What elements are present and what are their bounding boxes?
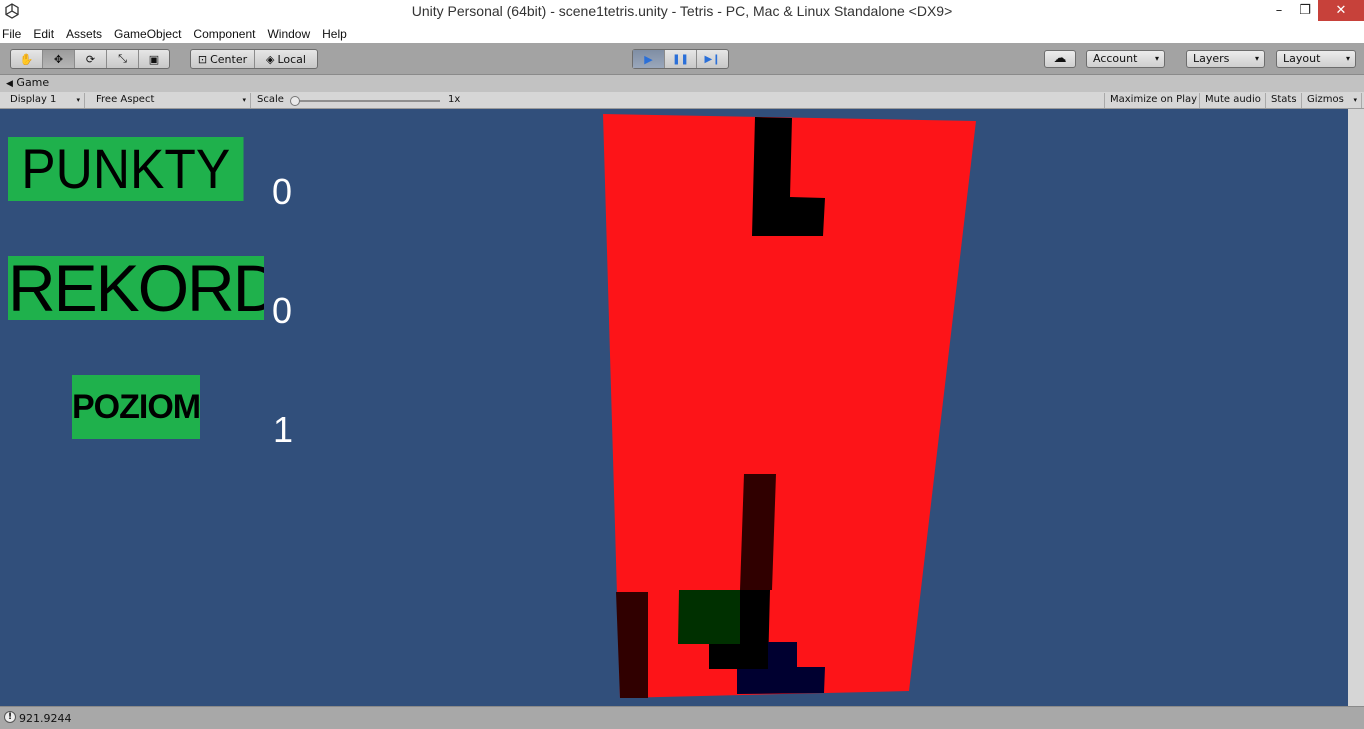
transform-tools: ✋ ✥ ⟳ ⤡ ▣ [10,49,170,69]
chevron-down-icon: ▾ [1345,54,1350,63]
game-view-icon: ◀ [6,79,13,89]
display-dropdown[interactable]: Display 1 ▾ [5,93,85,108]
scale-tool-icon[interactable]: ⤡ [107,50,139,68]
pivot-local-label: Local [277,52,306,66]
pause-button[interactable]: ❚❚ [665,50,697,68]
step-button[interactable]: ▶❙ [697,50,728,68]
chevron-down-icon: ▾ [76,96,80,104]
chevron-down-icon: ▾ [242,96,246,104]
toolbar: ✋ ✥ ⟳ ⤡ ▣ ⊡ Center ◈ Local ▶ ❚❚ ▶❙ ☁ Acc… [0,43,1364,75]
menu-edit[interactable]: Edit [27,24,60,44]
tab-game-label: Game [16,76,50,89]
layout-dropdown[interactable]: Layout ▾ [1276,50,1356,68]
menu-file[interactable]: File [0,24,27,44]
aspect-dropdown[interactable]: Free Aspect ▾ [91,93,251,108]
game-view[interactable]: PUNKTY 0 REKORD 0 POZIOM 1 [0,109,1348,706]
hand-tool-icon[interactable]: ✋ [11,50,43,68]
gizmos-label: Gizmos [1307,94,1344,105]
move-tool-icon[interactable]: ✥ [43,50,75,68]
close-button[interactable]: ✕ [1318,0,1364,21]
maximize-on-play-toggle[interactable]: Maximize on Play [1104,93,1200,108]
menu-gameobject[interactable]: GameObject [108,24,187,44]
playback-controls: ▶ ❚❚ ▶❙ [632,49,729,69]
chevron-down-icon: ▾ [1254,54,1259,63]
account-dropdown[interactable]: Account ▾ [1086,50,1165,68]
minimize-button[interactable]: – [1266,0,1292,21]
window-title: Unity Personal (64bit) - scene1tetris.un… [411,3,953,19]
pivot-center-button[interactable]: ⊡ Center [191,50,255,68]
tab-game[interactable]: ◀ Game [6,76,49,89]
pivot-center-label: Center [210,52,248,66]
vertical-scrollbar[interactable] [1348,109,1364,706]
pivot-center-icon: ⊡ [197,52,208,66]
pivot-local-button[interactable]: ◈ Local [255,50,317,68]
gizmos-dropdown[interactable]: Gizmos ▾ [1302,93,1362,108]
scale-slider-track[interactable] [294,100,440,102]
display-label: Display 1 [10,94,57,105]
scale-slider-thumb[interactable] [290,96,300,106]
maximize-button[interactable]: ❐ [1292,0,1318,21]
scale-label: Scale [257,94,284,105]
game-control-bar: Display 1 ▾ Free Aspect ▾ Scale 1x Maxim… [0,92,1364,109]
status-message[interactable]: 921.9244 [19,712,72,725]
status-bar: ! 921.9244 [0,706,1364,729]
menu-bar: File Edit Assets GameObject Component Window H… [0,23,1364,43]
landed-green-block [678,590,740,644]
info-icon: ! [4,711,16,723]
layers-dropdown[interactable]: Layers ▾ [1186,50,1265,68]
rect-tool-icon[interactable]: ▣ [139,50,169,68]
mute-audio-toggle[interactable]: Mute audio [1200,93,1266,108]
cloud-icon[interactable]: ☁ [1044,50,1076,68]
layout-label: Layout [1283,52,1321,65]
cube-icon: ◈ [266,52,275,66]
chevron-down-icon: ▾ [1353,96,1357,104]
aspect-label: Free Aspect [96,94,155,105]
account-label: Account [1093,52,1138,65]
title-bar: Unity Personal (64bit) - scene1tetris.un… [0,0,1364,23]
menu-help[interactable]: Help [316,24,353,44]
landed-i-piece [740,474,776,590]
landed-dark-block [616,592,648,698]
pivot-toggles: ⊡ Center ◈ Local [190,49,318,69]
game-tab-row: ◀ Game [0,76,1364,92]
scale-value: 1x [448,94,461,105]
tetris-board-scene [603,114,976,698]
rotate-tool-icon[interactable]: ⟳ [75,50,107,68]
chevron-down-icon: ▾ [1154,54,1159,63]
menu-component[interactable]: Component [187,24,261,44]
menu-window[interactable]: Window [261,24,316,44]
menu-assets[interactable]: Assets [60,24,108,44]
layers-label: Layers [1193,52,1230,65]
stats-toggle[interactable]: Stats [1266,93,1302,108]
play-button[interactable]: ▶ [633,50,665,68]
